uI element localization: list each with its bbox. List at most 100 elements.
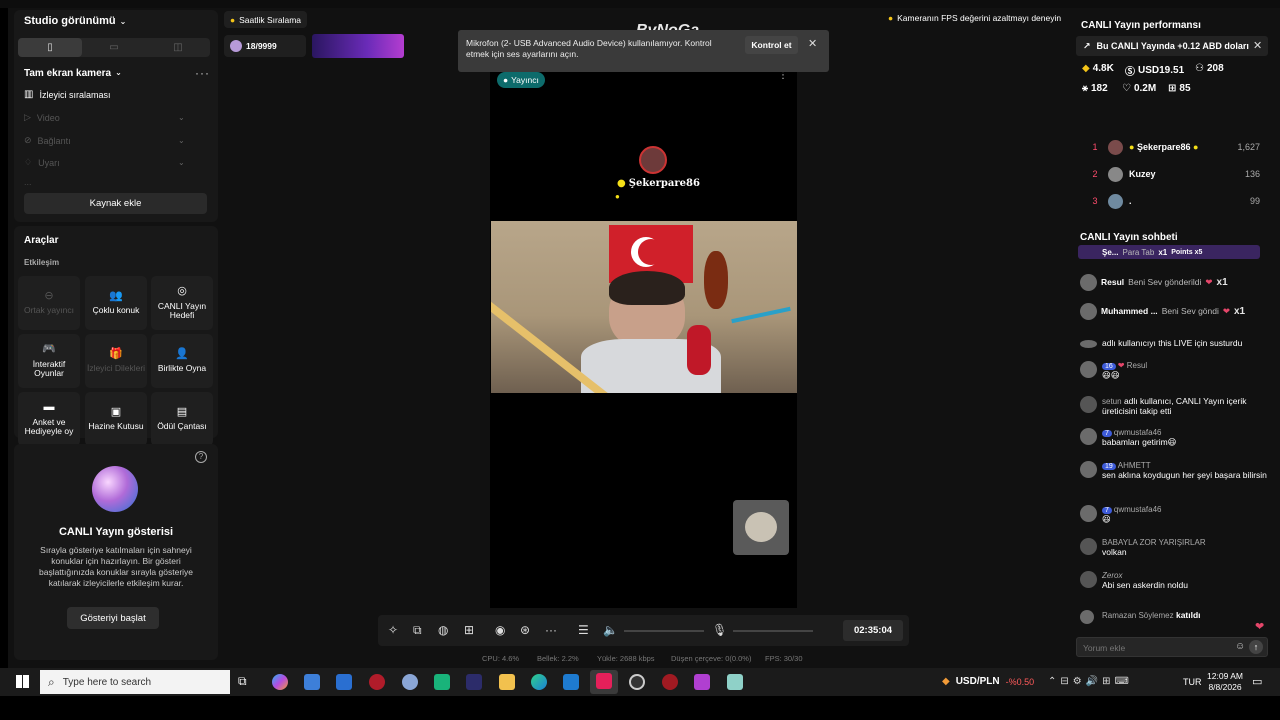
split-layout-icon[interactable]: ◫ [146, 38, 210, 57]
level-badge: 19 [1102, 463, 1116, 470]
avatar [1080, 538, 1097, 555]
tool-poll[interactable]: ▬ Anket ve Hediyeyle oy [18, 392, 80, 446]
tool-co-host[interactable]: ⊖ Ortak yayıncı [18, 276, 80, 330]
source-link[interactable]: ⊘ Bağlantı ⌄ [24, 135, 185, 146]
ranking-row[interactable]: 2 Kuzey 136 [1080, 165, 1260, 183]
message-body: 7 qwmustafa46 😆 [1102, 505, 1267, 525]
chevron-down-icon[interactable]: ⌄ [178, 158, 185, 167]
mic-slider[interactable] [733, 630, 813, 632]
task-view-icon[interactable]: ⧉ [238, 674, 254, 690]
copilot-icon[interactable] [272, 674, 288, 690]
orientation-toggle[interactable]: ▯ ▭ ◫ [18, 38, 210, 57]
comment-input[interactable] [1083, 641, 1223, 654]
message-text: babamları getirim😆 [1102, 437, 1177, 447]
chat-message: 7 qwmustafa46 😆 [1080, 505, 1265, 533]
store-icon[interactable] [304, 674, 320, 690]
banner-text: Bu CANLI Yayında +0.12 ABD doları [1096, 41, 1249, 51]
source-label: ... [24, 178, 32, 186]
chevron-down-icon[interactable]: ⌄ [178, 113, 185, 122]
close-icon[interactable]: ✕ [808, 37, 817, 50]
app-teal-icon[interactable] [727, 674, 743, 690]
message-user: 7 qwmustafa46 [1102, 428, 1267, 437]
heart-icon: ❤ [1255, 621, 1265, 633]
tools-title: Araçlar [24, 235, 59, 246]
input-language[interactable]: TUR [1183, 677, 1202, 687]
record-icon[interactable]: ◉ [495, 623, 505, 637]
rank-value: 99 [1249, 196, 1260, 206]
viewer-count-pill[interactable]: 18/9999 [224, 35, 306, 57]
tool-treasure-box[interactable]: ▣ Hazine Kutusu [85, 392, 147, 446]
source-more[interactable]: ... [24, 178, 32, 186]
microphone-icon[interactable]: 🎙 [712, 623, 727, 637]
ranking-icon: ▥ [24, 89, 34, 100]
app-green-icon[interactable] [434, 674, 450, 690]
speaker-icon[interactable]: 🔈 [603, 623, 618, 637]
add-source-button[interactable]: Kaynak ekle [24, 193, 207, 214]
clock[interactable]: 12:09 AM 8/8/2026 [1207, 671, 1243, 693]
taskbar-search[interactable]: ⌕ Type here to search [40, 670, 230, 694]
source-video[interactable]: ▷ Video ⌄ [24, 112, 185, 123]
app-crescent-icon[interactable] [662, 674, 678, 690]
close-icon[interactable]: ✕ [1253, 39, 1262, 52]
gift-sender: Resul [1101, 277, 1125, 287]
emoji-icon[interactable]: ☺ [1235, 641, 1245, 652]
fps-hint: ● Kameranın FPS değerini azaltmayı deney… [888, 13, 1061, 23]
message-text: volkan [1102, 547, 1127, 557]
avatar [1080, 428, 1097, 445]
send-icon[interactable]: ↑ [1249, 640, 1263, 654]
tool-live-goal[interactable]: ◎ CANLI Yayın Hedefi [151, 276, 213, 330]
mail-icon[interactable] [336, 674, 352, 690]
gift-icon: ⊞ [1168, 83, 1177, 94]
app-purple-icon[interactable] [694, 674, 710, 690]
app-dark-icon[interactable] [466, 674, 482, 690]
tool-interactive-games[interactable]: 🎮 İnteraktif Oyunlar [18, 334, 80, 388]
guest-thumbnail[interactable] [733, 500, 789, 555]
currency-widget[interactable]: ◆ USD/PLN -%0.50 [942, 676, 1034, 687]
obs-icon[interactable] [629, 674, 645, 690]
app-cloud-icon[interactable] [402, 674, 418, 690]
more-options-icon[interactable]: ··· [195, 66, 210, 80]
message-body: BABAYLA ZOR YARIŞIRLAR volkan [1102, 538, 1267, 557]
magic-icon[interactable]: ✧ [388, 623, 398, 637]
help-icon[interactable]: ? [195, 451, 207, 463]
chevron-down-icon: ⌄ [119, 16, 127, 26]
tool-play-together[interactable]: 👤 Birlikte Oyna [151, 334, 213, 388]
windows-start-icon[interactable] [16, 675, 29, 688]
add-scene-icon[interactable]: ⊞ [464, 623, 474, 637]
hourly-ranking-pill[interactable]: ● Saatlik Sıralama [224, 11, 308, 28]
effects-icon[interactable]: ◍ [438, 623, 448, 637]
message-user: 7 qwmustafa46 [1102, 505, 1267, 514]
notifications-icon[interactable]: ▭ [1252, 675, 1262, 688]
landscape-icon[interactable]: ▭ [82, 38, 146, 57]
portrait-icon[interactable]: ▯ [18, 38, 82, 57]
photoshop-icon[interactable] [563, 674, 579, 690]
settings-sliders-icon[interactable]: ☰ [578, 623, 589, 637]
username: Resul [1126, 361, 1148, 370]
scene-dropdown[interactable]: Tam ekran kamera ⌄ [24, 68, 122, 79]
check-button[interactable]: Kontrol et [745, 36, 798, 54]
source-viewer-ranking[interactable]: ▥ İzleyici sıralaması [24, 89, 110, 100]
tool-multi-guest[interactable]: 👥 Çoklu konuk [85, 276, 147, 330]
app-red-icon[interactable] [369, 674, 385, 690]
stat-followers: ⚹ 182 [1082, 83, 1108, 94]
source-alert[interactable]: ♢ Uyarı ⌄ [24, 157, 185, 168]
start-show-button[interactable]: Gösteriyi başlat [67, 607, 159, 629]
users-icon: 👥 [109, 289, 123, 302]
search-icon: ⌕ [48, 674, 55, 689]
capture-icon[interactable]: ⊛ [520, 623, 530, 637]
tiktok-live-studio-icon[interactable] [590, 670, 618, 694]
more-icon[interactable]: ··· [545, 623, 557, 637]
chevron-down-icon[interactable]: ⌄ [178, 136, 185, 145]
tray-icons[interactable]: ⌃⊟⚙🔊⊞⌨ [1048, 676, 1133, 687]
studio-view-dropdown[interactable]: Studio görünümü ⌄ [24, 15, 126, 27]
guest-avatar [745, 512, 777, 542]
ranking-row[interactable]: 1 ● Şekerpare86 ● 1,627 [1080, 138, 1260, 156]
promo-banner[interactable] [312, 34, 404, 58]
file-explorer-icon[interactable] [499, 674, 515, 690]
tool-reward-bag[interactable]: ▤ Ödül Çantası [151, 392, 213, 446]
tool-viewer-wishes[interactable]: 🎁 İzleyici Dilekleri [85, 334, 147, 388]
volume-slider[interactable] [624, 630, 704, 632]
screen-share-icon[interactable]: ⧉ [413, 623, 422, 638]
ranking-row[interactable]: 3 . 99 [1080, 192, 1260, 210]
edge-icon[interactable] [531, 674, 547, 690]
